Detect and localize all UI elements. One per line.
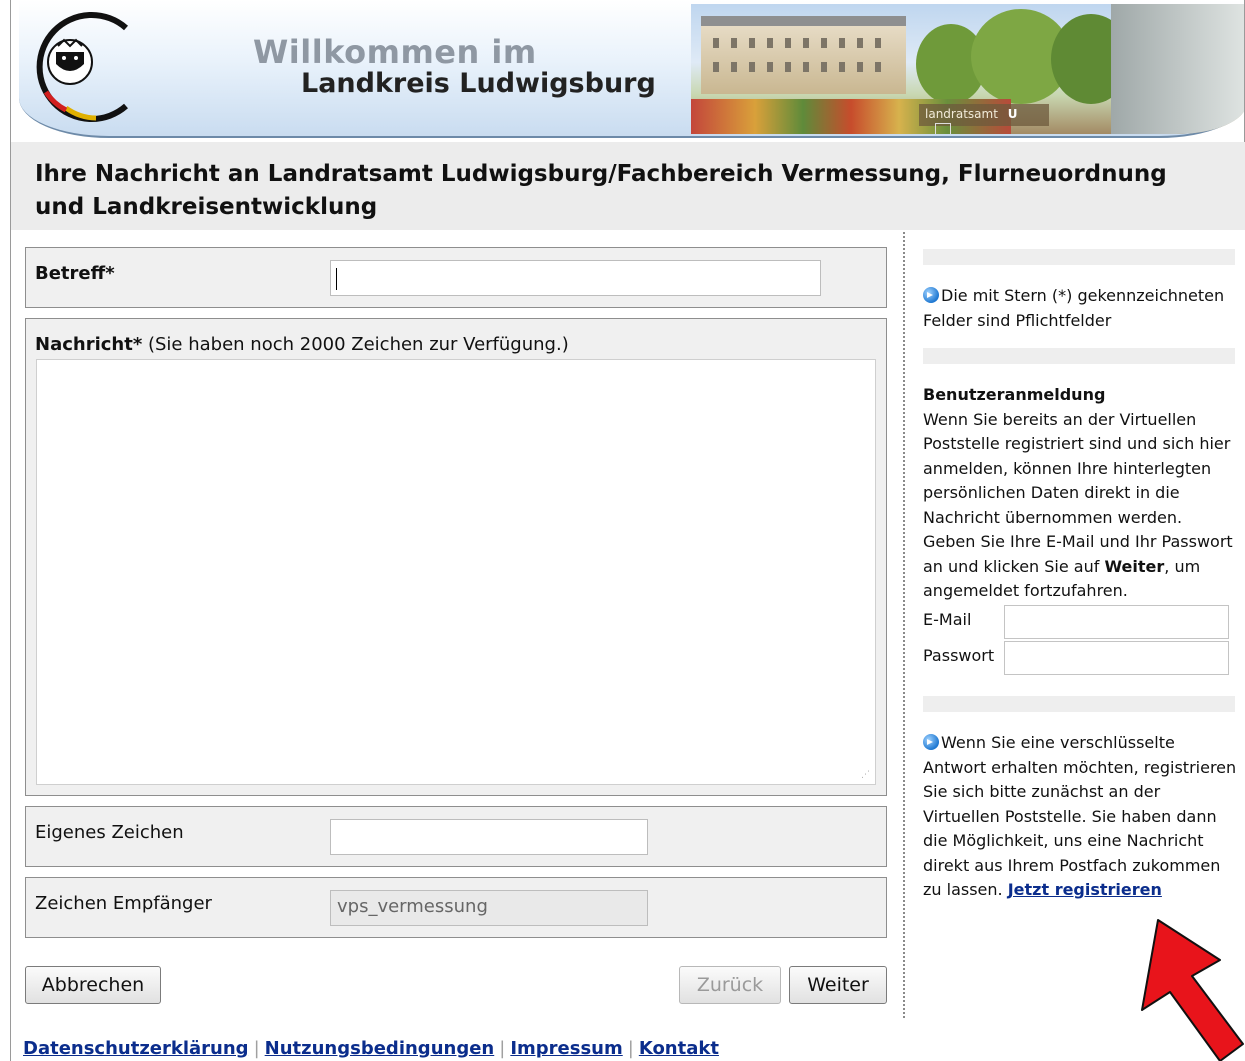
banner-title-line2: Landkreis Ludwigsburg xyxy=(301,68,656,99)
eigenes-zeichen-label: Eigenes Zeichen xyxy=(35,822,184,843)
zeichen-empfaenger-label: Zeichen Empfänger xyxy=(35,893,212,914)
email-field[interactable] xyxy=(1004,605,1229,639)
text-cursor xyxy=(336,268,337,290)
betreff-input[interactable] xyxy=(330,260,821,296)
register-link[interactable]: Jetzt registrieren xyxy=(1008,880,1162,899)
eigenes-zeichen-row: Eigenes Zeichen xyxy=(25,806,887,867)
abbrechen-button[interactable]: Abbrechen xyxy=(25,966,161,1004)
password-label: Passwort xyxy=(923,646,995,665)
betreff-row: Betreff* xyxy=(25,247,887,308)
landratsamt-sign: landratsamt U xyxy=(919,104,1049,134)
page-title: Ihre Nachricht an Landratsamt Ludwigsbur… xyxy=(35,161,1167,220)
page-heading-bar: Ihre Nachricht an Landratsamt Ludwigsbur… xyxy=(10,142,1245,230)
login-section: Benutzeranmeldung Wenn Sie bereits an de… xyxy=(923,383,1238,604)
resize-grip-icon[interactable]: ⋰ xyxy=(861,770,871,780)
red-arrow-icon xyxy=(1141,919,1244,1061)
nachricht-row: Nachricht* (Sie haben noch 2000 Zeichen … xyxy=(25,318,887,796)
coat-of-arms-logo[interactable] xyxy=(26,8,144,126)
login-description: Wenn Sie bereits an der Virtuellen Posts… xyxy=(923,409,1233,601)
zeichen-empfaenger-input: vps_vermessung xyxy=(330,890,648,926)
nachricht-char-hint: (Sie haben noch 2000 Zeichen zur Verfügu… xyxy=(147,334,569,355)
info-arrow-icon xyxy=(923,287,939,303)
office-building-image xyxy=(1111,4,1244,134)
zurueck-button[interactable]: Zurück xyxy=(679,966,781,1004)
betreff-label: Betreff* xyxy=(35,263,115,284)
login-heading: Benutzeranmeldung xyxy=(923,385,1106,404)
encrypted-reply-note: Wenn Sie eine verschlüsselte Antwort erh… xyxy=(923,733,1237,899)
banner-title-line1: Willkommen im xyxy=(253,33,537,71)
footer-link-datenschutz[interactable]: Datenschutzerklärung xyxy=(23,1038,249,1059)
email-label: E-Mail xyxy=(923,610,972,629)
banner-photo: landratsamt U xyxy=(691,4,1244,134)
info-arrow-icon xyxy=(923,734,939,750)
footer-link-impressum[interactable]: Impressum xyxy=(510,1038,622,1059)
zeichen-empfaenger-row: Zeichen Empfänger vps_vermessung xyxy=(25,877,887,938)
required-fields-note: Die mit Stern (*) gekennzeichneten Felde… xyxy=(923,286,1225,330)
eigenes-zeichen-input[interactable] xyxy=(330,819,648,855)
password-field[interactable] xyxy=(1004,641,1229,675)
header-banner: Willkommen im Landkreis Ludwigsburg land… xyxy=(10,0,1245,142)
column-divider xyxy=(903,232,905,1018)
footer-link-kontakt[interactable]: Kontakt xyxy=(639,1038,719,1059)
footer-link-nutzungsbedingungen[interactable]: Nutzungsbedingungen xyxy=(265,1038,495,1059)
nachricht-textarea[interactable]: ⋰ xyxy=(36,359,876,785)
weiter-button[interactable]: Weiter xyxy=(789,966,887,1004)
nachricht-label: Nachricht* xyxy=(35,334,143,355)
footer-links: Datenschutzerklärung | Nutzungsbedingungen… xyxy=(23,1038,719,1059)
palace-image xyxy=(701,16,906,94)
